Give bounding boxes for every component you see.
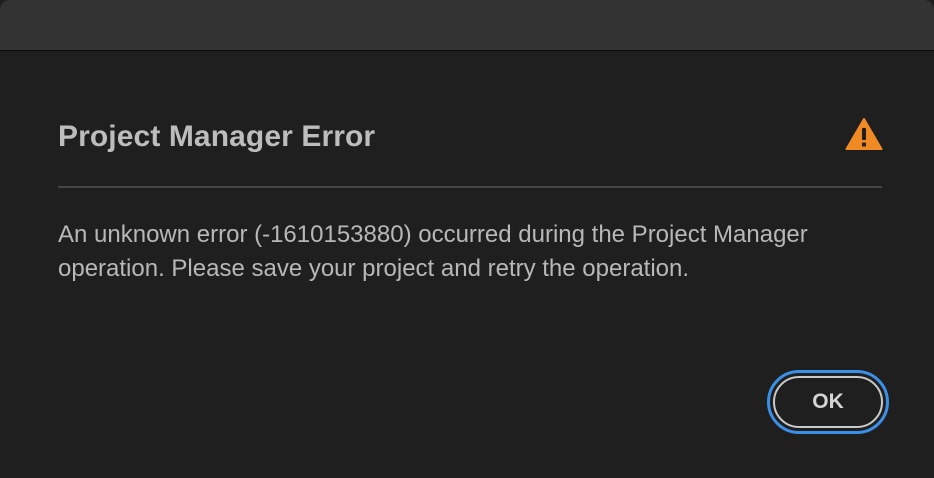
ok-button-focus-ring: OK	[767, 370, 889, 434]
error-message: An unknown error (-1610153880) occurred …	[58, 221, 808, 282]
ok-button[interactable]: OK	[773, 376, 883, 428]
error-dialog: Project Manager Error An unknown error (…	[0, 52, 934, 478]
title-divider	[58, 186, 882, 188]
window-titlebar[interactable]	[0, 0, 934, 51]
dialog-title: Project Manager Error	[58, 120, 376, 153]
warning-icon	[845, 118, 883, 150]
